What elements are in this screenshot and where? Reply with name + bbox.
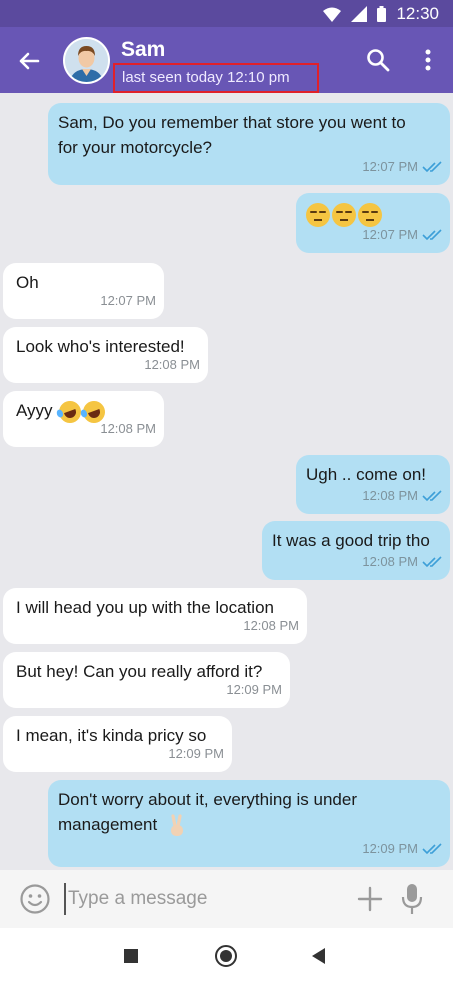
avatar[interactable] <box>63 37 110 84</box>
message-bubble-outgoing[interactable]: Ugh .. come on! 12:08 PM <box>296 455 450 514</box>
message-timestamp: 12:08 PM <box>362 549 442 574</box>
status-time: 12:30 <box>396 4 439 23</box>
status-bar: 12:30 <box>0 0 453 27</box>
message-timestamp: 12:09 PM <box>168 741 224 766</box>
double-check-icon <box>422 489 442 501</box>
message-text-line: Sam, Do you remember that store you went… <box>58 113 406 132</box>
chat-header: Sam last seen today 12:10 pm <box>0 27 453 93</box>
last-seen-status: last seen today 12:10 pm <box>113 63 319 93</box>
message-timestamp: 12:07 PM <box>100 288 156 313</box>
system-navigation-bar <box>0 928 453 987</box>
microphone-icon[interactable] <box>400 883 424 915</box>
back-arrow-icon[interactable] <box>14 46 44 76</box>
message-text: Sam, Do you remember that store you went… <box>58 110 406 160</box>
message-text-content: Ayyy <box>16 401 53 420</box>
message-time: 12:09 PM <box>226 682 282 697</box>
message-input[interactable] <box>64 883 334 915</box>
message-text-line: management <box>58 812 357 838</box>
message-timestamp: 12:09 PM <box>226 677 282 702</box>
search-icon[interactable] <box>365 47 391 73</box>
message-text-content: management <box>58 815 158 834</box>
message-time: 12:07 PM <box>100 293 156 308</box>
home-circle-icon[interactable] <box>215 945 237 967</box>
message-time: 12:09 PM <box>168 746 224 761</box>
message-time: 12:08 PM <box>362 554 418 569</box>
message-timestamp: 12:08 PM <box>100 416 156 441</box>
message-bubble-incoming[interactable]: Oh 12:07 PM <box>3 263 164 319</box>
message-bubble-incoming[interactable]: But hey! Can you really afford it? 12:09… <box>3 652 290 708</box>
double-check-icon <box>422 228 442 240</box>
message-time: 12:08 PM <box>144 357 200 372</box>
message-timestamp: 12:07 PM <box>362 222 442 247</box>
recents-square-icon[interactable] <box>124 949 138 963</box>
status-icons: 12:30 <box>323 4 439 24</box>
message-timestamp: 12:08 PM <box>362 483 442 508</box>
message-text-line: for your motorcycle? <box>58 138 212 157</box>
message-bubble-incoming[interactable]: Ayyy 12:08 PM <box>3 391 164 447</box>
unamused-face-icon <box>332 202 356 227</box>
message-bubble-outgoing[interactable]: Don't worry about it, everything is unde… <box>48 780 450 867</box>
unamused-face-icon <box>306 202 330 227</box>
message-timestamp: 12:08 PM <box>243 613 299 638</box>
message-bubble-incoming[interactable]: I will head you up with the location 12:… <box>3 588 307 644</box>
message-time: 12:08 PM <box>100 421 156 436</box>
message-bubble-outgoing[interactable]: 12:07 PM <box>296 193 450 253</box>
wifi-icon <box>323 7 342 22</box>
message-text: Ayyy <box>16 397 109 426</box>
message-bubble-outgoing[interactable]: It was a good trip tho 12:08 PM <box>262 521 450 580</box>
message-time: 12:08 PM <box>243 618 299 633</box>
double-check-icon <box>422 555 442 567</box>
message-composer <box>0 870 453 928</box>
message-timestamp: 12:09 PM <box>362 836 442 861</box>
double-check-icon <box>422 842 442 854</box>
message-text-line: Don't worry about it, everything is unde… <box>58 790 358 809</box>
message-time: 12:07 PM <box>362 159 418 174</box>
message-bubble-outgoing[interactable]: Sam, Do you remember that store you went… <box>48 103 450 185</box>
double-check-icon <box>422 160 442 172</box>
message-bubble-incoming[interactable]: Look who's interested! 12:08 PM <box>3 327 208 383</box>
message-text: Don't worry about it, everything is unde… <box>58 787 357 838</box>
signal-icon <box>351 6 368 22</box>
back-triangle-icon[interactable] <box>312 948 325 964</box>
more-options-icon[interactable] <box>418 47 438 73</box>
message-timestamp: 12:07 PM <box>362 154 442 179</box>
message-text: Oh <box>16 273 39 292</box>
message-timestamp: 12:08 PM <box>144 352 200 377</box>
message-list[interactable]: Sam, Do you remember that store you went… <box>0 93 453 870</box>
contact-name[interactable]: Sam <box>121 38 165 62</box>
plus-icon[interactable] <box>357 886 383 912</box>
message-bubble-incoming[interactable]: I mean, it's kinda pricy so 12:09 PM <box>3 716 232 772</box>
message-time: 12:07 PM <box>362 227 418 242</box>
emoji-picker-icon[interactable] <box>19 883 51 915</box>
message-time: 12:09 PM <box>362 841 418 856</box>
message-time: 12:08 PM <box>362 488 418 503</box>
message-text: I will head you up with the location <box>16 598 274 617</box>
battery-icon <box>377 6 387 22</box>
victory-hand-icon <box>170 813 183 836</box>
